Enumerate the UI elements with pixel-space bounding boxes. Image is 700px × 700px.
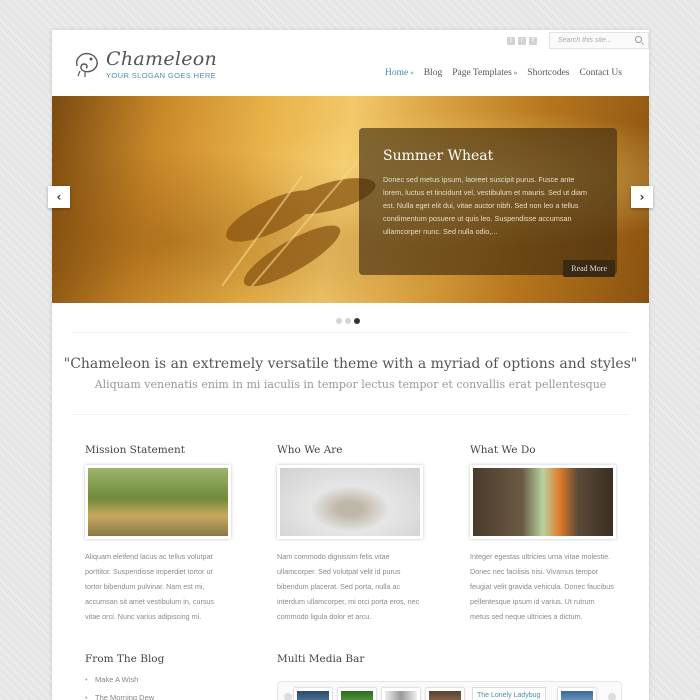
- nav-item-home[interactable]: Home»: [385, 68, 414, 78]
- column-text: Aliquam eleifend lacus ac tellus volutpa…: [85, 552, 215, 621]
- column-title[interactable]: Who We Are: [277, 444, 423, 456]
- read-more-button[interactable]: Read More: [563, 260, 615, 277]
- blog-title: From The Blog: [85, 653, 165, 665]
- from-the-blog: From The Blog Make A Wish The Morning De…: [85, 653, 164, 700]
- slider-dot[interactable]: [345, 318, 351, 324]
- facebook-icon[interactable]: f: [529, 37, 537, 45]
- media-thumb[interactable]: [338, 688, 376, 700]
- column-title[interactable]: What We Do: [470, 444, 616, 456]
- blog-item[interactable]: The Morning Dew: [85, 689, 164, 700]
- divider: [72, 332, 629, 333]
- nav-label: Page Templates: [452, 68, 512, 78]
- column-what-we-do: What We Do Integer egestas ultricies urn…: [470, 444, 616, 624]
- column-text: Nam commodo dignissim felis vitae ullamc…: [277, 552, 420, 621]
- chevron-left-icon: ‹: [56, 190, 62, 204]
- chameleon-logo-icon: [75, 52, 98, 77]
- media-thumb[interactable]: [426, 688, 464, 700]
- search-input[interactable]: Search this site...: [549, 32, 649, 49]
- tagline-subtitle: Aliquam venenatis enim in mi iaculis in …: [94, 378, 607, 391]
- nav-item-contact-us[interactable]: Contact Us: [580, 68, 622, 78]
- slider-next-button[interactable]: ›: [631, 186, 653, 208]
- slide-title: Summer Wheat: [383, 148, 494, 164]
- multimedia-carousel: The Lonely Ladybug: [277, 681, 622, 700]
- nav-label: Shortcodes: [527, 68, 570, 78]
- column-mission: Mission Statement Aliquam eleifend lacus…: [85, 444, 231, 624]
- nav-label: Contact Us: [579, 68, 622, 78]
- media-thumb[interactable]: [558, 688, 596, 700]
- nav-item-shortcodes[interactable]: Shortcodes: [527, 68, 569, 78]
- column-image[interactable]: [277, 465, 423, 539]
- featured-slider: Summer Wheat Donec sed metus ipsum, laor…: [52, 96, 649, 303]
- slider-prev-button[interactable]: ‹: [48, 186, 70, 208]
- carousel-prev-icon[interactable]: [284, 693, 292, 700]
- site-slogan: YOUR SLOGAN GOES HERE: [106, 71, 217, 80]
- divider: [72, 414, 629, 415]
- chevron-right-icon: »: [410, 69, 414, 77]
- slide-text: Donec sed metus ipsum, laoreet suscipit …: [383, 175, 587, 236]
- carousel-next-icon[interactable]: [608, 693, 616, 700]
- column-who-we-are: Who We Are Nam commodo dignissim felis v…: [277, 444, 423, 624]
- chevron-right-icon: »: [513, 69, 518, 77]
- slider-dot[interactable]: [336, 318, 342, 324]
- rss-icon[interactable]: r: [518, 37, 526, 45]
- twitter-icon[interactable]: t: [507, 37, 515, 45]
- column-title[interactable]: Mission Statement: [85, 444, 231, 456]
- social-icons: t r f: [507, 37, 537, 45]
- chevron-right-icon: ›: [639, 190, 645, 204]
- logo[interactable]: Chameleon YOUR SLOGAN GOES HERE: [72, 48, 217, 80]
- multimedia-bar: Multi Media Bar: [277, 653, 364, 677]
- media-thumb[interactable]: [382, 688, 420, 700]
- media-text-item[interactable]: The Lonely Ladybug: [472, 687, 546, 700]
- search-placeholder: Search this site...: [558, 37, 612, 44]
- tagline-quote: "Chameleon is an extremely versatile the…: [63, 356, 638, 372]
- column-image[interactable]: [470, 465, 616, 539]
- slider-dot-active[interactable]: [354, 318, 360, 324]
- page: Chameleon YOUR SLOGAN GOES HERE t r f Se…: [48, 30, 653, 700]
- slide-caption: Summer Wheat Donec sed metus ipsum, laor…: [359, 128, 617, 277]
- nav-label: Home: [385, 68, 409, 78]
- site-title: Chameleon: [106, 48, 218, 70]
- media-thumb[interactable]: [294, 688, 332, 700]
- nav-item-blog[interactable]: Blog: [424, 68, 442, 78]
- search-icon[interactable]: [635, 36, 642, 43]
- nav-label: Blog: [423, 68, 443, 78]
- nav-item-page-templates[interactable]: Page Templates»: [452, 68, 517, 78]
- column-text: Integer egestas ultricies urna vitae mol…: [470, 552, 614, 621]
- main-nav: Home» Blog Page Templates» Shortcodes Co…: [385, 68, 632, 78]
- blog-item[interactable]: Make A Wish: [85, 671, 164, 689]
- slider-pagination: [336, 318, 360, 324]
- multimedia-title: Multi Media Bar: [277, 653, 365, 665]
- column-image[interactable]: [85, 465, 231, 539]
